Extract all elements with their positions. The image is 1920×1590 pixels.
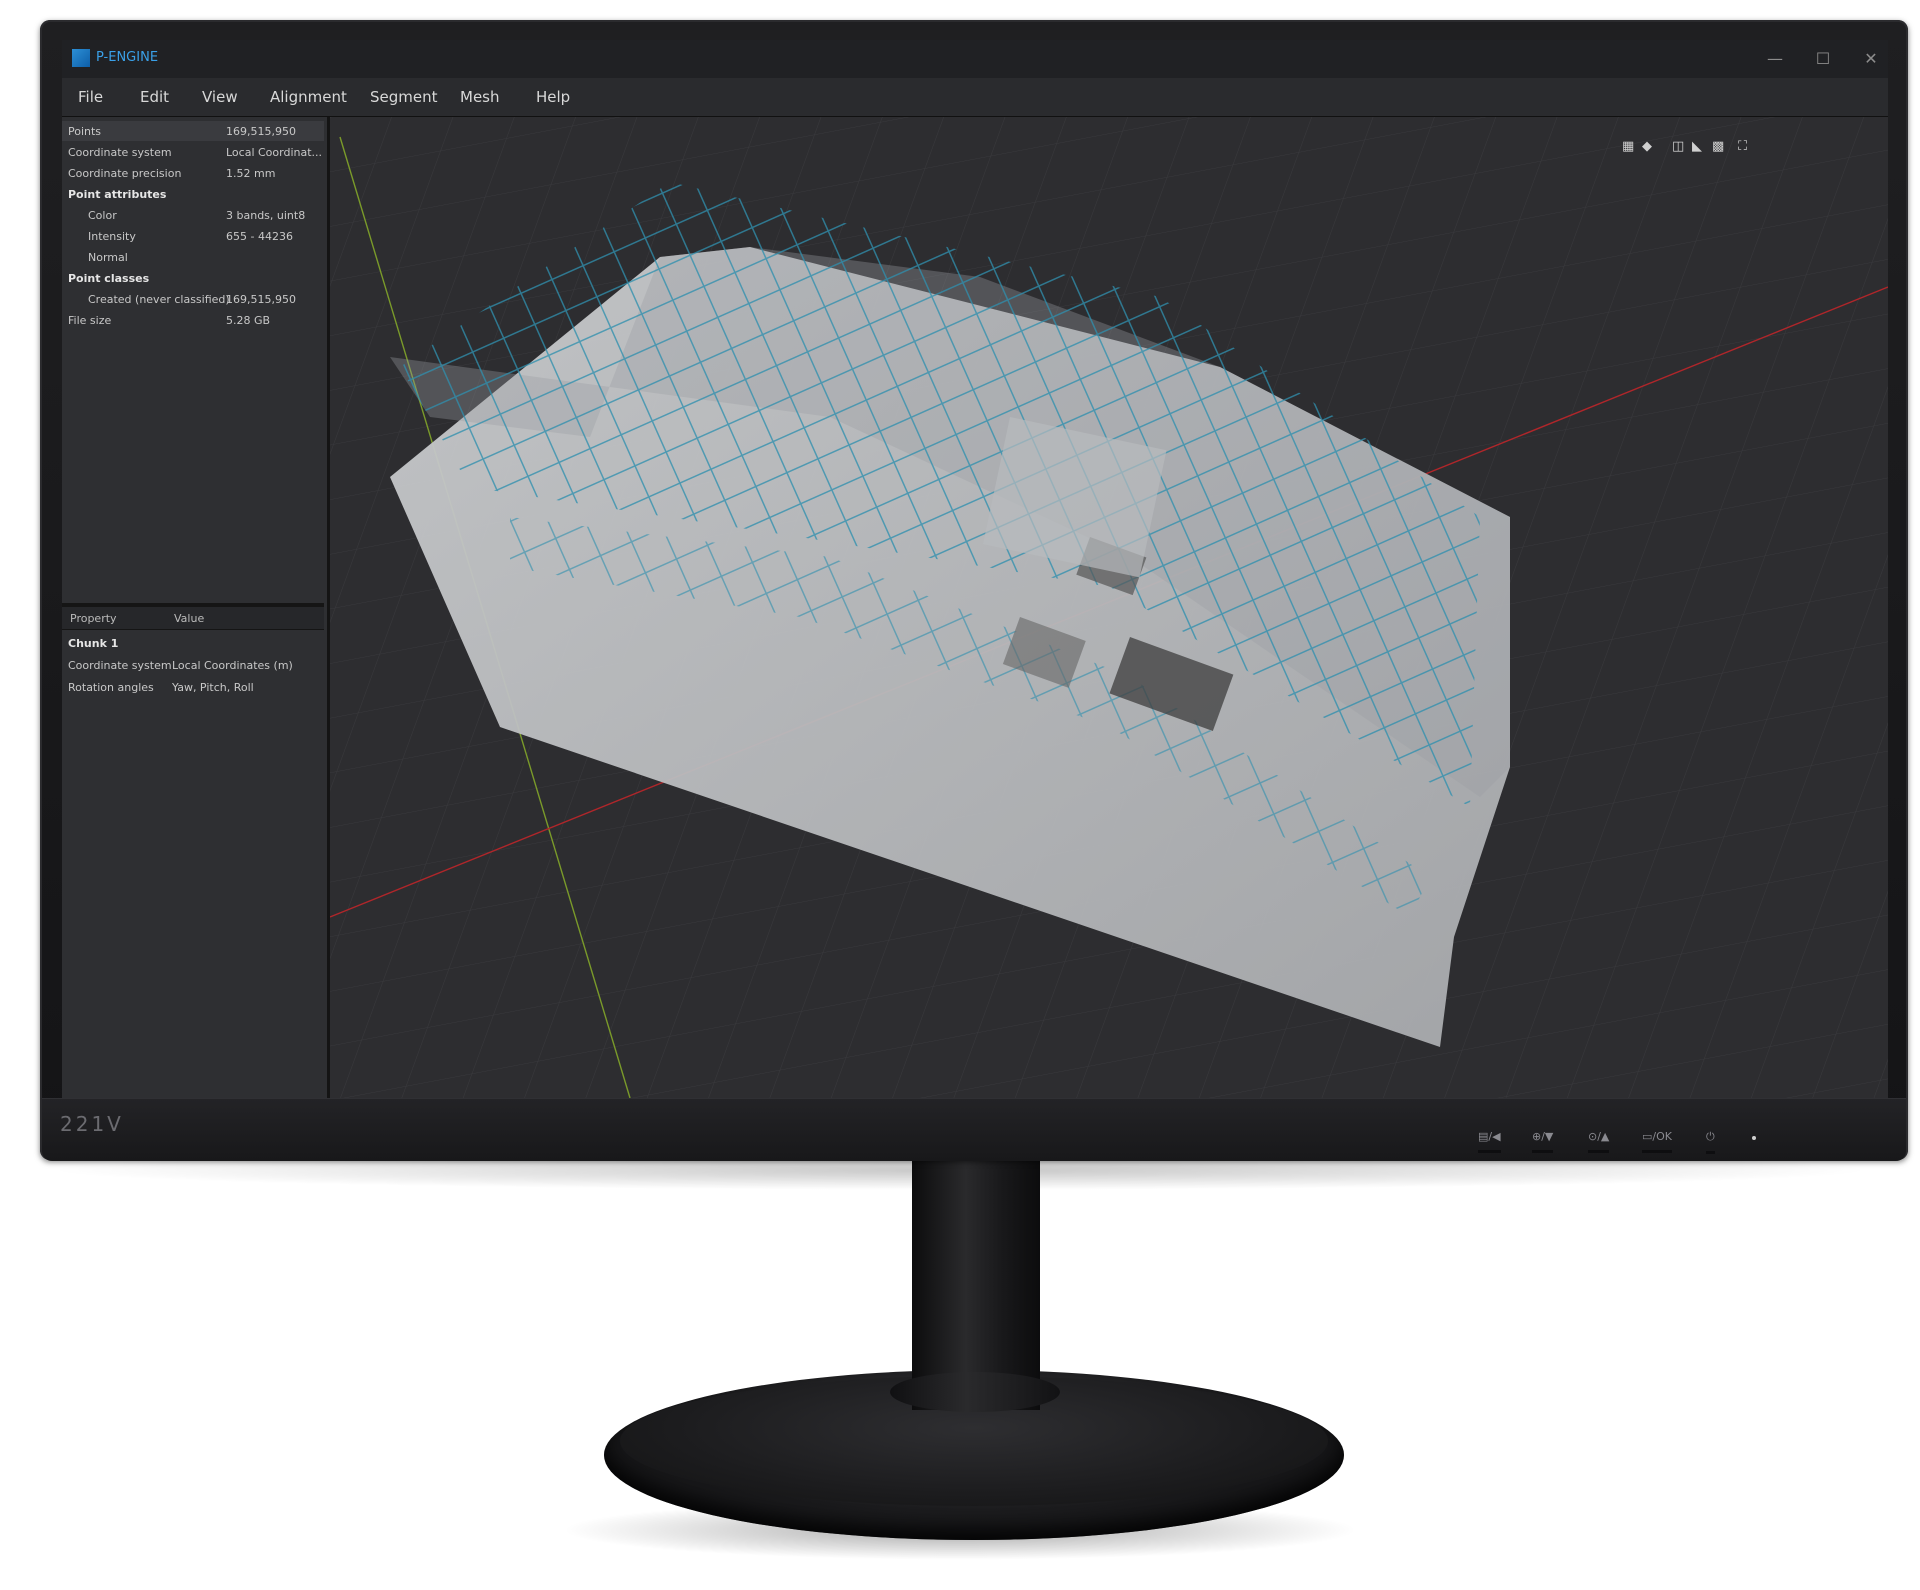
power-led <box>1752 1136 1756 1140</box>
monitor-stand-collar <box>890 1372 1060 1412</box>
info-value: 169,515,950 <box>226 125 296 138</box>
property-row[interactable]: Rotation angles Yaw, Pitch, Roll <box>62 677 324 697</box>
osd-ok-button[interactable]: ▭/OK <box>1642 1130 1672 1153</box>
property-group-label: Chunk 1 <box>68 637 119 650</box>
menu-edit[interactable]: Edit <box>140 88 169 106</box>
info-key: File size <box>68 314 112 327</box>
grid-icon[interactable]: ▦ <box>1622 139 1634 154</box>
info-key: Color <box>88 209 117 222</box>
app-title: P-ENGINE <box>96 50 159 65</box>
tag-icon[interactable]: ◣ <box>1692 139 1702 154</box>
power-button[interactable]: ⏻ <box>1706 1130 1715 1154</box>
info-key: Intensity <box>88 230 136 243</box>
info-value: 1.52 mm <box>226 167 276 180</box>
monitor-model-label: 221V <box>60 1112 124 1136</box>
app-logo-icon <box>72 49 90 67</box>
info-value: Local Coordinat... <box>226 146 323 159</box>
property-row[interactable]: Coordinate system Local Coordinates (m) <box>62 655 324 675</box>
info-value: 5.28 GB <box>226 314 271 327</box>
split-icon[interactable]: ◫ <box>1672 139 1684 154</box>
minimize-button[interactable]: — <box>1762 46 1788 72</box>
info-group-label: Point attributes <box>68 188 167 201</box>
osd-down-button[interactable]: ⊕/▼ <box>1532 1130 1554 1153</box>
menu-bar: File Edit View Alignment Segment Mesh He… <box>62 78 1888 117</box>
info-row[interactable]: Intensity 655 - 44236 <box>62 226 324 246</box>
info-key: Coordinate system <box>68 146 172 159</box>
info-group-label: Point classes <box>68 272 150 285</box>
info-value: 169,515,950 <box>226 293 296 306</box>
property-table-header: Property Value <box>62 607 324 630</box>
column-header-property[interactable]: Property <box>70 612 117 625</box>
info-row[interactable]: File size 5.28 GB <box>62 310 324 330</box>
close-button[interactable]: ✕ <box>1858 46 1884 72</box>
osd-menu-button[interactable]: ▤/◀ <box>1478 1130 1501 1153</box>
property-value: Yaw, Pitch, Roll <box>172 681 254 694</box>
property-key: Rotation angles <box>68 681 154 694</box>
viewport-canvas <box>330 117 1888 1098</box>
info-row[interactable]: Normal <box>62 247 324 267</box>
menu-file[interactable]: File <box>78 88 103 106</box>
info-key: Points <box>68 125 102 138</box>
screen: P-ENGINE — ☐ ✕ File Edit View Alignment … <box>62 40 1888 1098</box>
menu-alignment[interactable]: Alignment <box>270 88 347 106</box>
info-row[interactable]: Color 3 bands, uint8 <box>62 205 324 225</box>
column-header-value[interactable]: Value <box>174 612 204 625</box>
side-panel: Points 169,515,950 Coordinate system Loc… <box>62 117 330 1098</box>
menu-view[interactable]: View <box>202 88 238 106</box>
info-key: Created (never classified) <box>88 293 230 306</box>
property-row[interactable]: Chunk 1 <box>62 633 324 653</box>
monitor-chin <box>42 1098 1906 1161</box>
info-row[interactable]: Points 169,515,950 <box>62 121 324 141</box>
menu-mesh[interactable]: Mesh <box>460 88 500 106</box>
osd-up-button[interactable]: ⊙/▲ <box>1588 1130 1610 1153</box>
focus-icon[interactable]: ⛶ <box>1738 139 1747 154</box>
layers-icon[interactable]: ▩ <box>1712 139 1724 154</box>
info-value: 3 bands, uint8 <box>226 209 306 222</box>
info-value: 655 - 44236 <box>226 230 293 243</box>
info-row[interactable]: Point attributes <box>62 184 324 204</box>
info-row[interactable]: Coordinate precision 1.52 mm <box>62 163 324 183</box>
info-key: Normal <box>88 251 128 264</box>
info-row[interactable]: Point classes <box>62 268 324 288</box>
maximize-button[interactable]: ☐ <box>1810 46 1836 72</box>
property-key: Coordinate system <box>68 659 172 672</box>
property-value: Local Coordinates (m) <box>172 659 293 672</box>
menu-segment[interactable]: Segment <box>370 88 438 106</box>
title-bar: P-ENGINE — ☐ ✕ <box>62 40 1888 78</box>
info-row[interactable]: Coordinate system Local Coordinat... <box>62 142 324 162</box>
menu-help[interactable]: Help <box>536 88 570 106</box>
3d-viewport[interactable]: ▦ ◆ ◫ ◣ ▩ ⛶ <box>330 117 1888 1098</box>
cube-icon[interactable]: ◆ <box>1642 139 1652 154</box>
info-key: Coordinate precision <box>68 167 182 180</box>
info-row[interactable]: Created (never classified) 169,515,950 <box>62 289 324 309</box>
